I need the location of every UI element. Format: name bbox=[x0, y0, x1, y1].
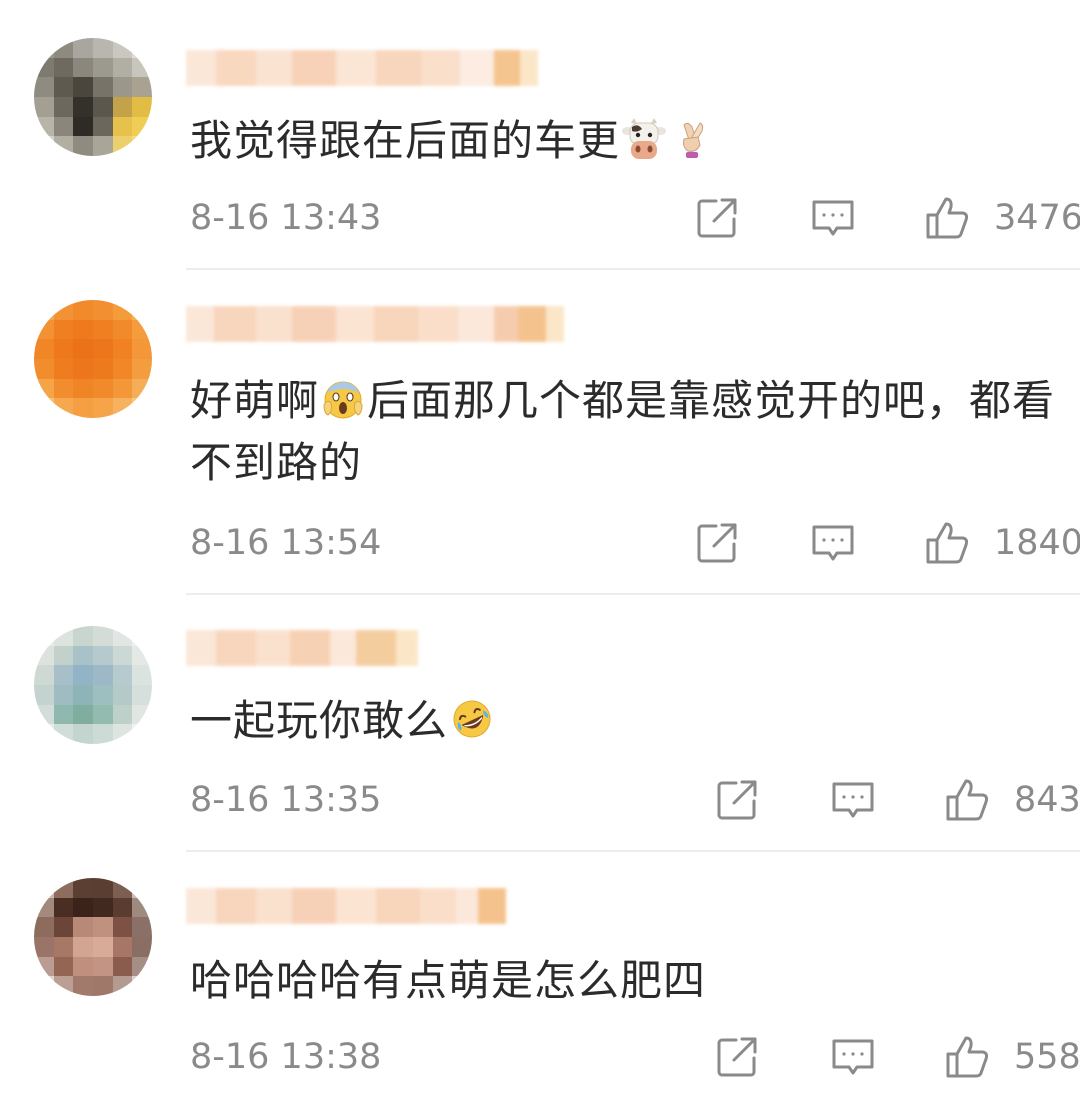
comment-text: 哈哈哈哈有点萌是怎么肥四 bbox=[190, 950, 1070, 1012]
username[interactable] bbox=[186, 630, 418, 666]
cow-face-emoji bbox=[622, 118, 667, 159]
comment-time: 8-16 13:43 bbox=[190, 198, 382, 238]
crossed-fingers-emoji bbox=[683, 122, 704, 158]
like-count: 1840 bbox=[994, 523, 1080, 563]
thumbs-up-icon[interactable] bbox=[924, 195, 970, 241]
avatar[interactable] bbox=[34, 38, 152, 156]
avatar[interactable] bbox=[34, 878, 152, 996]
comment-text-content: 哈哈哈哈有点萌是怎么肥四 bbox=[190, 956, 707, 1005]
thumbs-up-icon[interactable] bbox=[924, 520, 970, 566]
divider bbox=[186, 850, 1080, 852]
comment-text-before: 好萌啊 bbox=[190, 376, 320, 425]
share-icon[interactable] bbox=[714, 777, 760, 823]
comment-text-content: 一起玩你敢么 bbox=[190, 696, 449, 745]
like-count: 558 bbox=[1014, 1037, 1080, 1077]
thumbs-up-icon[interactable] bbox=[944, 1034, 990, 1080]
rolling-laughing-emoji bbox=[453, 700, 491, 738]
comment-icon[interactable] bbox=[810, 520, 856, 566]
username[interactable] bbox=[186, 888, 506, 924]
comment-text: 一起玩你敢么 bbox=[190, 690, 1070, 752]
comment-meta: 8-16 13:43 3476 bbox=[190, 193, 1080, 243]
comment-icon[interactable] bbox=[830, 1034, 876, 1080]
thumbs-up-icon[interactable] bbox=[944, 777, 990, 823]
divider bbox=[186, 268, 1080, 270]
comment-text-content: 我觉得跟在后面的车更 bbox=[190, 116, 621, 165]
share-icon[interactable] bbox=[694, 520, 740, 566]
comment-time: 8-16 13:38 bbox=[190, 1037, 382, 1077]
username[interactable] bbox=[186, 306, 564, 342]
avatar[interactable] bbox=[34, 300, 152, 418]
comment-time: 8-16 13:35 bbox=[190, 780, 382, 820]
like-count: 843 bbox=[1014, 780, 1080, 820]
comment-meta: 8-16 13:38 558 bbox=[190, 1032, 1080, 1082]
username[interactable] bbox=[186, 50, 538, 86]
comment-icon[interactable] bbox=[830, 777, 876, 823]
share-icon[interactable] bbox=[714, 1034, 760, 1080]
comment-meta: 8-16 13:35 843 bbox=[190, 775, 1080, 825]
comment-time: 8-16 13:54 bbox=[190, 523, 382, 563]
comment-text: 好萌啊 后面那几个都是靠感觉开的吧，都看不到路的 bbox=[190, 370, 1070, 494]
avatar[interactable] bbox=[34, 626, 152, 744]
share-icon[interactable] bbox=[694, 195, 740, 241]
comment-text-after: 后面那几个都是靠感觉开的吧，都看不到路的 bbox=[190, 376, 1056, 487]
divider bbox=[186, 593, 1080, 595]
comment-icon[interactable] bbox=[810, 195, 856, 241]
like-count: 3476 bbox=[994, 198, 1080, 238]
face-screaming-emoji bbox=[323, 381, 363, 419]
comment-meta: 8-16 13:54 1840 bbox=[190, 518, 1080, 568]
comment-text: 我觉得跟在后面的车更 bbox=[190, 110, 1070, 172]
